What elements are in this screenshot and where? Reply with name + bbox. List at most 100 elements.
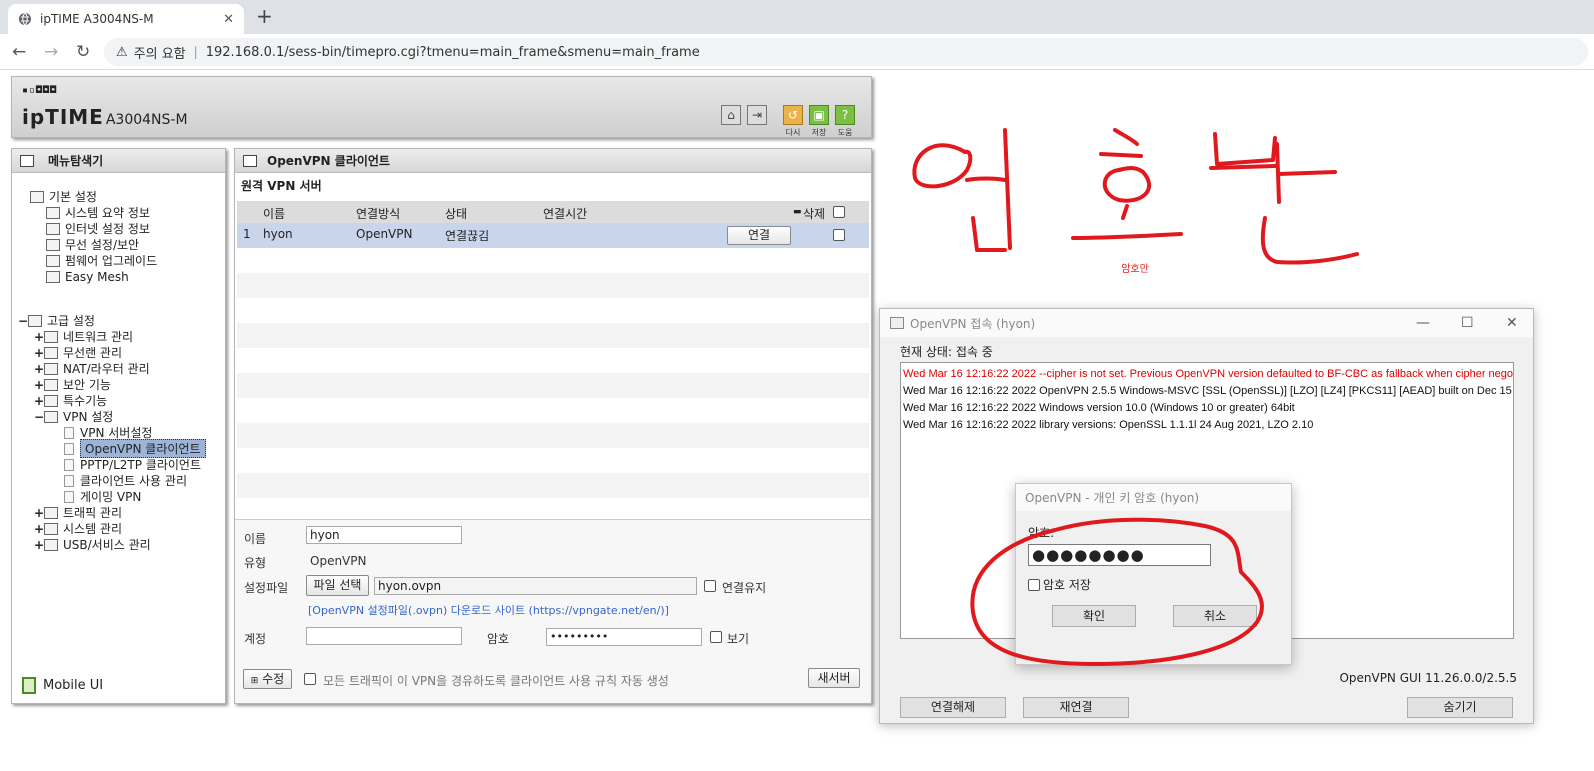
close-icon[interactable]: ✕	[1506, 315, 1518, 331]
expand-icon[interactable]: +	[34, 346, 44, 360]
menu-item-system[interactable]: + 시스템 관리	[34, 521, 123, 537]
menu-item-security[interactable]: + 보안 기능	[34, 377, 111, 393]
connect-button[interactable]: 연결	[727, 226, 791, 245]
folder-icon	[28, 314, 42, 327]
keep-connection-checkbox[interactable]	[704, 580, 716, 592]
menu-item-openvpn-client[interactable]: OpenVPN 클라이언트	[64, 439, 206, 458]
omnibox[interactable]: ⚠ 주의 요함 | 192.168.0.1/sess-bin/timepro.c…	[104, 38, 1588, 66]
security-warning[interactable]: 주의 요함	[134, 43, 186, 62]
menu-group-advanced[interactable]: − 고급 설정	[18, 313, 95, 329]
empty-row	[237, 423, 869, 448]
password-input[interactable]: •••••••••	[546, 628, 702, 646]
maximize-icon[interactable]: ☐	[1461, 315, 1474, 331]
wifi-icon	[44, 346, 58, 359]
expand-icon[interactable]: +	[34, 506, 44, 520]
logo-dots-icon: ▪▫◘◘◘	[22, 85, 58, 96]
reload-icon[interactable]: ↻	[76, 42, 90, 62]
table-header: 이름 연결방식 상태 연결시간 ▬ 삭제	[237, 201, 869, 223]
menu-item-internet[interactable]: 인터넷 설정 정보	[46, 221, 150, 236]
empty-row	[237, 448, 869, 473]
menu-item-pptp[interactable]: PPTP/L2TP 클라이언트	[64, 457, 201, 472]
expand-icon[interactable]: +	[34, 330, 44, 344]
back-icon[interactable]: ←	[12, 42, 26, 62]
modify-button[interactable]: ⊞ 수정	[243, 669, 292, 689]
save-password-checkbox[interactable]	[1028, 578, 1040, 591]
save-icon[interactable]: ▣	[809, 105, 829, 125]
collapse-icon[interactable]: −	[34, 410, 44, 424]
refresh-label: 다시	[785, 128, 801, 137]
log-line: Wed Mar 16 12:16:22 2022 --cipher is not…	[903, 368, 1514, 380]
cancel-button[interactable]: 취소	[1173, 605, 1257, 627]
collapse-icon[interactable]: −	[18, 314, 28, 328]
row-method: OpenVPN	[356, 227, 413, 241]
show-password-checkbox[interactable]	[710, 631, 722, 643]
log-line: Wed Mar 16 12:16:22 2022 OpenVPN 2.5.5 W…	[903, 385, 1514, 397]
url-text[interactable]: 192.168.0.1/sess-bin/timepro.cgi?tmenu=m…	[206, 45, 700, 60]
refresh-icon[interactable]: ↺	[783, 105, 803, 125]
help-icon[interactable]: ?	[835, 105, 855, 125]
menu-item-traffic[interactable]: + 트래픽 관리	[34, 505, 122, 521]
account-input[interactable]	[306, 627, 462, 645]
empty-row	[237, 323, 869, 348]
forward-icon[interactable]: →	[44, 42, 58, 62]
warning-icon[interactable]: ⚠	[116, 45, 128, 60]
menu-group-basic[interactable]: 기본 설정	[30, 189, 97, 204]
empty-row	[237, 473, 869, 498]
empty-row	[237, 248, 869, 273]
menu-panel: 메뉴탐색기 기본 설정 시스템 요약 정보 인터넷 설정 정보 무선 설정/보안…	[11, 148, 226, 704]
mobile-ui-label: Mobile UI	[43, 678, 104, 693]
ovpn-download-link[interactable]: [OpenVPN 설정파일(.ovpn) 다운로드 사이트 (https://v…	[308, 602, 669, 618]
private-key-password-input[interactable]: ●●●●●●●●	[1028, 544, 1211, 566]
menu-item-vpn-server[interactable]: VPN 서버설정	[64, 425, 152, 440]
menu-item-easy-mesh[interactable]: Easy Mesh	[46, 269, 129, 284]
new-tab-button[interactable]: +	[256, 4, 273, 28]
expand-icon[interactable]: +	[34, 394, 44, 408]
reconnect-button[interactable]: 재연결	[1023, 697, 1129, 718]
mobile-icon	[22, 677, 36, 694]
save-password-option[interactable]: 암호 저장	[1028, 576, 1091, 593]
logo-brand: ipTIME	[22, 105, 104, 129]
menu-item-vpn[interactable]: − VPN 설정	[34, 409, 113, 425]
minimize-icon[interactable]: —	[1416, 315, 1430, 331]
new-server-button[interactable]: 새서버	[808, 668, 860, 688]
menu-item-firmware[interactable]: 펌웨어 업그레이드	[46, 253, 157, 268]
file-select-button[interactable]: 파일 선택	[306, 575, 369, 596]
menu-item-system-summary[interactable]: 시스템 요약 정보	[46, 205, 150, 220]
menu-item-wlan[interactable]: + 무선랜 관리	[34, 345, 122, 361]
auto-rule-checkbox[interactable]	[304, 673, 316, 685]
name-input[interactable]: hyon	[306, 526, 462, 544]
client-form: 이름 hyon 유형 OpenVPN 설정파일 파일 선택 hyon.ovpn …	[235, 519, 871, 703]
logout-icon[interactable]: ⇥	[747, 105, 767, 125]
disconnect-button[interactable]: 연결해제	[900, 697, 1006, 718]
delete-all-icon[interactable]: ▬	[793, 207, 802, 217]
menu-item-nat[interactable]: + NAT/라우터 관리	[34, 361, 150, 377]
auto-rule-label: 모든 트래픽이 이 VPN을 경유하도록 클라이언트 사용 규칙 자동 생성	[323, 674, 669, 688]
menu-item-label: 시스템 관리	[63, 522, 123, 536]
table-row[interactable]: 1 hyon OpenVPN 연결끊김 연결	[237, 223, 869, 248]
row-delete-checkbox[interactable]	[833, 229, 845, 241]
connection-status: 현재 상태: 접속 중	[900, 345, 993, 359]
stroke	[1209, 132, 1359, 265]
expand-icon[interactable]: +	[34, 362, 44, 376]
menu-item-client-usage[interactable]: 클라이언트 사용 관리	[64, 473, 187, 488]
menu-item-usb[interactable]: + USB/서비스 관리	[34, 537, 151, 553]
select-all-checkbox[interactable]	[833, 206, 845, 218]
mobile-ui-link[interactable]: Mobile UI	[22, 677, 103, 694]
col-name: 이름	[263, 207, 286, 221]
menu-item-network[interactable]: + 네트워크 관리	[34, 329, 133, 345]
ok-button[interactable]: 확인	[1052, 605, 1136, 627]
menu-item-special[interactable]: + 특수기능	[34, 393, 107, 409]
expand-icon[interactable]: +	[34, 522, 44, 536]
menu-panel-title: 메뉴탐색기	[12, 149, 225, 173]
browser-tab[interactable]: ipTIME A3004NS-M ✕	[8, 4, 244, 34]
home-icon[interactable]: ⌂	[721, 105, 741, 125]
expand-icon[interactable]: +	[34, 538, 44, 552]
hide-button[interactable]: 숨기기	[1407, 697, 1513, 718]
expand-icon[interactable]: +	[34, 378, 44, 392]
menu-item-gaming-vpn[interactable]: 게이밍 VPN	[64, 489, 141, 504]
browser-tab-bar: ipTIME A3004NS-M ✕ +	[0, 0, 1594, 34]
tab-close-icon[interactable]: ✕	[223, 12, 234, 27]
network-icon	[44, 330, 58, 343]
wifi-icon	[46, 238, 60, 251]
menu-item-wireless[interactable]: 무선 설정/보안	[46, 237, 139, 252]
